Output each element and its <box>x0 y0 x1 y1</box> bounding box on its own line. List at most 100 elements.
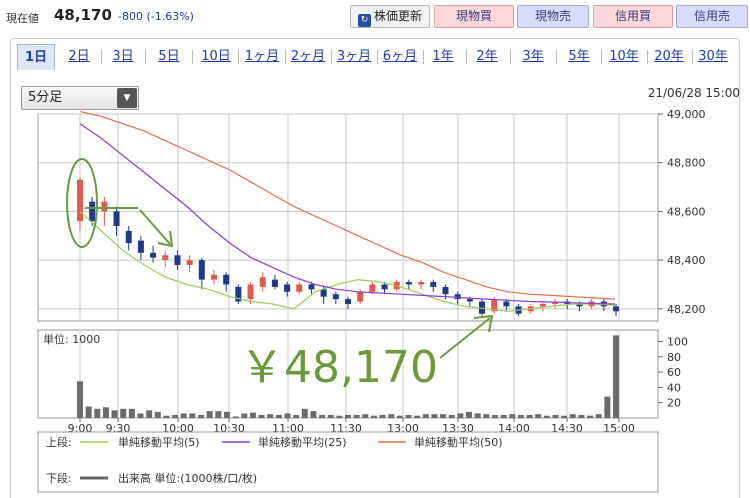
volume-bar <box>146 410 153 418</box>
volume-bar <box>517 414 524 418</box>
legend-ma25: 単純移動平均(25) <box>258 435 347 449</box>
stock-chart: 9:00 9:30 10:00 10:30 11:00 11:30 13:00 13:30 14… <box>37 108 706 493</box>
candle-body <box>284 284 291 292</box>
volume-tick-label: 20 <box>667 397 681 410</box>
volume-bar <box>232 416 239 418</box>
volume-bar <box>362 414 369 418</box>
candle-body <box>101 201 108 212</box>
candle-body <box>539 303 546 307</box>
volume-bar <box>440 414 447 418</box>
volume-bar <box>474 413 481 418</box>
candle-body <box>613 306 619 312</box>
candle-body <box>137 240 144 253</box>
candle-body <box>174 255 181 265</box>
volume-bar <box>535 414 542 418</box>
volume-bar <box>604 396 611 418</box>
volume-bar <box>466 411 473 418</box>
volume-bar <box>163 415 170 418</box>
volume-bar <box>500 414 507 418</box>
y-tick-label: 48,600 <box>667 205 706 218</box>
candle-body <box>198 260 205 280</box>
annotation-price: ￥48,170 <box>240 342 438 393</box>
volume-bar <box>396 415 403 418</box>
candle-body <box>259 277 266 287</box>
candle-body <box>150 252 157 258</box>
volume-bar <box>336 415 343 418</box>
legend-lower-label: 下段: <box>46 471 72 485</box>
candle-body <box>125 230 132 244</box>
volume-bar <box>206 411 213 418</box>
volume-bar <box>284 413 291 418</box>
candle-body <box>381 284 388 290</box>
volume-bar <box>94 408 101 418</box>
volume-bar <box>310 411 317 418</box>
volume-bar <box>319 414 326 418</box>
volume-tick-label: 40 <box>667 381 681 394</box>
candle-body <box>186 260 193 265</box>
candle-body <box>211 274 217 280</box>
volume-bar <box>569 414 576 418</box>
volume-bar <box>353 414 360 418</box>
candle-body <box>247 284 254 300</box>
volume-bar <box>587 415 594 418</box>
legend-volume: 出来高 単位:(1000株/口/枚) <box>118 471 257 485</box>
volume-bar <box>509 414 516 418</box>
candle-body <box>430 282 437 287</box>
candle-body <box>320 289 327 297</box>
candle-body <box>454 294 461 300</box>
volume-bar <box>301 408 308 418</box>
volume-bar <box>111 410 118 418</box>
price-plot-frame <box>37 113 659 322</box>
volume-bar <box>293 414 300 418</box>
volume-tick-label: 100 <box>667 335 688 348</box>
volume-bar <box>491 414 498 418</box>
candle-body <box>332 294 339 300</box>
legend-ma50: 単純移動平均(50) <box>414 435 503 449</box>
volume-bar <box>249 412 256 418</box>
candle-body <box>405 282 412 285</box>
candle-body <box>357 291 364 302</box>
candle-body <box>466 299 473 302</box>
volume-bar <box>180 413 187 418</box>
volume-bar <box>448 414 455 418</box>
volume-bar <box>154 411 161 418</box>
volume-bar <box>379 414 386 418</box>
candle-body <box>442 286 449 295</box>
volume-bar <box>267 414 274 418</box>
volume-bar <box>172 414 179 418</box>
candle-body <box>113 211 120 227</box>
candle-body <box>271 279 278 287</box>
volume-bar <box>327 414 334 418</box>
volume-bar <box>613 335 619 418</box>
volume-bar <box>275 414 282 418</box>
volume-bar <box>388 414 395 418</box>
volume-bar <box>543 415 550 418</box>
candle-body <box>369 284 376 292</box>
legend-ma5: 単純移動平均(5) <box>118 435 200 449</box>
volume-bar <box>405 414 412 418</box>
volume-bar <box>102 407 109 418</box>
candle-body <box>162 255 169 261</box>
volume-bar <box>414 415 421 418</box>
y-tick-label: 48,200 <box>667 303 706 316</box>
volume-bar <box>457 413 464 418</box>
volume-bar <box>595 414 602 418</box>
volume-tick-label: 80 <box>667 351 681 364</box>
volume-tick-label: 60 <box>667 366 681 379</box>
candle-body <box>296 284 303 292</box>
candle-body <box>345 299 351 304</box>
volume-bar <box>561 415 568 418</box>
volume-bar <box>215 411 222 418</box>
y-tick-label: 48,400 <box>667 254 706 267</box>
volume-bar <box>345 414 351 418</box>
volume-bar <box>431 414 438 418</box>
volume-bar <box>198 414 205 418</box>
candle-body <box>308 284 315 290</box>
volume-bar <box>120 408 127 418</box>
candle-body <box>89 201 96 222</box>
volume-bar <box>483 414 490 418</box>
volume-bar <box>258 414 265 418</box>
volume-bar <box>370 415 377 418</box>
volume-bar <box>526 414 533 418</box>
volume-bar <box>137 413 144 418</box>
